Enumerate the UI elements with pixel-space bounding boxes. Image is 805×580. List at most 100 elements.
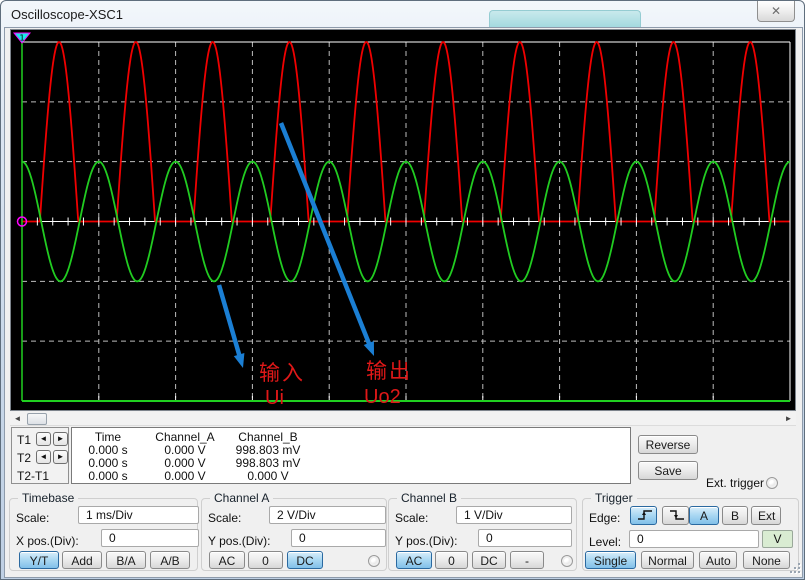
background-window-artifact [489,10,641,28]
trigger-level-unit: V [762,530,793,548]
t2-right-button[interactable]: ► [53,450,68,464]
scope-canvas: 1 [11,30,795,410]
timebase-xpos-input[interactable] [101,529,199,547]
trigger-mode-none[interactable]: None [743,551,790,569]
trigger-group: Trigger Edge: A B Ext Level: V Single [582,498,799,571]
callout-output-symbol: Uo2 [364,387,401,407]
channel-b-ac[interactable]: AC [396,551,432,569]
ext-trigger-label: Ext. trigger [706,476,764,490]
oscilloscope-window: Oscilloscope-XSC1 ✕ 1 输入 Ui 输出 Uo2 ◄ ► T… [0,0,805,580]
channel-b-scale-input[interactable] [456,506,572,524]
timebase-group: Timebase Scale: X pos.(Div): Y/T Add B/A… [9,498,198,571]
resize-grip[interactable] [788,561,800,573]
channel-a-ypos-label: Y pos.(Div): [208,534,270,548]
t1-left-button[interactable]: ◄ [36,432,51,446]
timebase-scale-label: Scale: [16,511,49,525]
channel-a-scale-input[interactable] [269,506,386,524]
t1-label: T1 [17,433,31,447]
ext-trigger-indicator [766,477,778,489]
trigger-edge-label: Edge: [589,511,620,525]
channel-a-ypos-input[interactable] [291,529,386,547]
measurement-readout: Time Channel_A Channel_B 0.000 s0.000 V9… [71,427,631,484]
t2-label: T2 [17,451,31,465]
readout-header: Time Channel_A Channel_B [72,430,630,443]
timebase-xpos-label: X pos.(Div): [16,534,79,548]
window-title: Oscilloscope-XSC1 [11,7,123,22]
channel-b-dc[interactable]: DC [472,551,506,569]
falling-edge-icon [669,509,686,521]
col-channel-a: Channel_A [144,430,226,444]
t1-right-button[interactable]: ► [53,432,68,446]
channel-b-scale-label: Scale: [395,511,428,525]
annotation-arrow [281,123,370,346]
scope-display: 1 输入 Ui 输出 Uo2 [10,29,796,411]
scroll-left-button[interactable]: ◄ [10,412,25,426]
scroll-right-icon: ► [785,414,793,423]
title-bar[interactable]: Oscilloscope-XSC1 ✕ [1,1,804,28]
readout-value: 0.000 s [72,456,144,470]
channel-a-ac[interactable]: AC [209,551,245,569]
channel-a-trace [22,42,790,222]
timebase-mode-yt[interactable]: Y/T [19,551,59,569]
timebase-mode-ab[interactable]: A/B [150,551,190,569]
col-time: Time [72,430,144,444]
trigger-source-ext[interactable]: Ext [751,506,781,525]
dialog-client-area: 1 输入 Ui 输出 Uo2 ◄ ► T1 ◄ ► T2 ◄ ► T2-T1 T… [4,27,803,578]
channel-a-zero[interactable]: 0 [248,551,283,569]
channel-b-zero[interactable]: 0 [435,551,468,569]
timebase-title: Timebase [18,491,78,505]
cursor-control-box: T1 ◄ ► T2 ◄ ► T2-T1 [11,427,69,484]
channel-a-dc[interactable]: DC [287,551,323,569]
annotation-arrowhead [364,341,374,356]
scroll-right-button[interactable]: ► [781,412,796,426]
cursor-1-number: 1 [20,34,25,43]
channel-a-title: Channel A [210,491,273,505]
trigger-mode-auto[interactable]: Auto [699,551,737,569]
annotation-arrowhead [234,353,245,368]
readout-value: 998.803 mV [226,456,310,470]
readout-value: 998.803 mV [226,443,310,457]
trigger-source-a[interactable]: A [689,506,719,525]
annotation-arrow [219,285,240,357]
trigger-edge-rising-button[interactable] [630,506,657,525]
channel-b-indicator [561,555,573,567]
timebase-mode-add[interactable]: Add [62,551,102,569]
channel-b-group: Channel B Scale: Y pos.(Div): AC 0 DC - [388,498,577,571]
save-button[interactable]: Save [638,461,698,480]
trigger-mode-normal[interactable]: Normal [641,551,694,569]
channel-b-title: Channel B [397,491,461,505]
trigger-source-b[interactable]: B [722,506,748,525]
channel-b-minus[interactable]: - [510,551,544,569]
trigger-level-input[interactable] [629,530,759,548]
readout-value: 0.000 V [144,443,226,457]
channel-a-scale-label: Scale: [208,511,241,525]
trigger-level-label: Level: [589,535,621,549]
reverse-button[interactable]: Reverse [638,435,698,454]
channel-b-ypos-label: Y pos.(Div): [395,534,457,548]
readout-value: 0.000 s [72,469,144,483]
readout-value: 0.000 V [144,456,226,470]
channel-a-indicator [368,555,380,567]
readout-row: 0.000 s0.000 V998.803 mV [72,443,630,456]
readout-value: 0.000 V [226,469,310,483]
readout-value: 0.000 s [72,443,144,457]
trigger-title: Trigger [591,491,637,505]
readout-value: 0.000 V [144,469,226,483]
callout-input-symbol: Ui [265,388,284,408]
channel-b-ypos-input[interactable] [478,529,572,547]
col-channel-b: Channel_B [226,430,310,444]
trigger-edge-falling-button[interactable] [662,506,689,525]
readout-row: 0.000 s0.000 V998.803 mV [72,456,630,469]
timebase-mode-ba[interactable]: B/A [106,551,146,569]
timebase-scale-input[interactable] [78,506,199,524]
horizontal-scrollbar[interactable]: ◄ ► [10,412,796,426]
scrollbar-thumb[interactable] [27,413,47,425]
callout-output-cn: 输出 [366,361,412,382]
t2-left-button[interactable]: ◄ [36,450,51,464]
readout-row: 0.000 s0.000 V0.000 V [72,469,630,482]
t2-t1-label: T2-T1 [17,469,49,483]
rising-edge-icon [637,509,654,521]
trigger-mode-single[interactable]: Single [585,551,636,569]
close-button[interactable]: ✕ [757,1,795,22]
channel-a-group: Channel A Scale: Y pos.(Div): AC 0 DC [201,498,387,571]
